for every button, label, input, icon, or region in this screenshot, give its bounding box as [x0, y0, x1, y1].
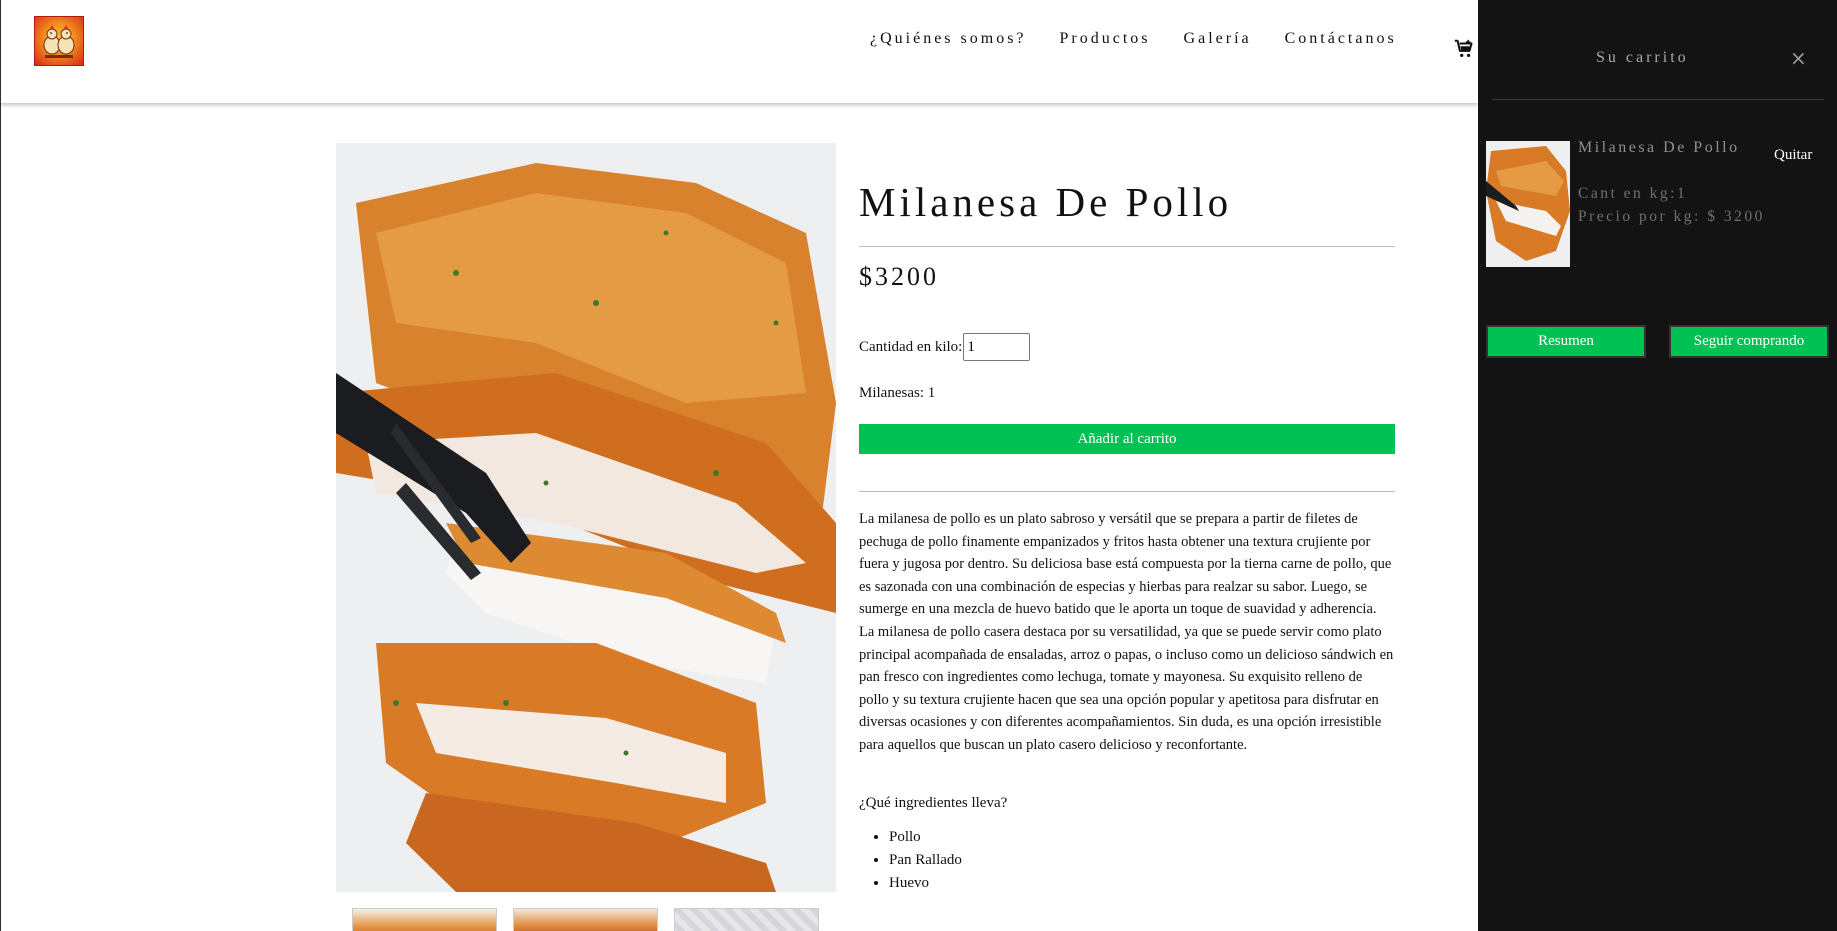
cart-drawer: Su carrito × Milanesa De Pollo Quitar Ca…: [1478, 0, 1837, 931]
cart-item-remove-button[interactable]: Quitar: [1774, 147, 1812, 164]
cart-item-info: Cant en kg:1 Precio por kg: $ 3200: [1578, 183, 1783, 228]
quantity-label: Cantidad en kilo:: [859, 338, 963, 355]
thumbnail-2[interactable]: [513, 908, 658, 931]
milanesa-thumb: [1486, 141, 1570, 267]
product-title: Milanesa De Pollo: [859, 179, 1233, 225]
product-details: Milanesa De Pollo $3200 Cantidad en kilo…: [859, 143, 1395, 895]
page-border: [0, 103, 1, 931]
ingredients-list: Pollo Pan Rallado Huevo: [859, 826, 1395, 895]
close-icon[interactable]: ×: [1790, 46, 1807, 70]
shopping-cart-icon[interactable]: [1453, 38, 1475, 60]
nav-productos[interactable]: Productos: [1060, 30, 1151, 48]
site-header: ¿Quiénes somos? Productos Galería Contác…: [0, 0, 1478, 103]
list-item: Pollo: [889, 826, 1395, 849]
cart-item-image: [1486, 141, 1570, 267]
divider: [859, 491, 1395, 492]
site-logo[interactable]: [34, 16, 84, 66]
cart-item-qty: Cant en kg:1: [1578, 185, 1688, 202]
list-item: Huevo: [889, 872, 1395, 895]
cart-item-name: Milanesa De Pollo: [1578, 139, 1740, 156]
add-to-cart-button[interactable]: Añadir al carrito: [859, 424, 1395, 454]
quantity-input[interactable]: [963, 333, 1031, 361]
product-price: $3200: [859, 262, 939, 291]
thumbnail-3[interactable]: [674, 908, 819, 931]
chicken-logo-icon: [43, 25, 75, 58]
quantity-row: Cantidad en kilo:: [859, 333, 1395, 361]
milanesas-count: Milanesas: 1: [859, 385, 936, 401]
summary-button[interactable]: Resumen: [1486, 325, 1646, 358]
continue-shopping-button[interactable]: Seguir comprando: [1669, 325, 1829, 358]
divider: [1492, 99, 1824, 100]
product-image[interactable]: [336, 143, 836, 892]
thumbnail-1[interactable]: [352, 908, 497, 931]
product-description: La milanesa de pollo es un plato sabroso…: [859, 511, 1394, 753]
thumbnail-strip: [352, 908, 819, 931]
cart-item-price: Precio por kg: $ 3200: [1578, 207, 1765, 225]
milanesa-photo: [336, 143, 836, 892]
divider: [859, 246, 1395, 247]
ingredients-heading: ¿Qué ingredientes lleva?: [859, 794, 1008, 811]
nav-quienes-somos[interactable]: ¿Quiénes somos?: [870, 30, 1027, 48]
nav-galeria[interactable]: Galería: [1184, 30, 1252, 48]
main-nav: ¿Quiénes somos? Productos Galería Contác…: [870, 30, 1430, 48]
nav-contactanos[interactable]: Contáctanos: [1285, 30, 1397, 48]
cart-title: Su carrito: [1596, 49, 1689, 66]
list-item: Pan Rallado: [889, 849, 1395, 872]
